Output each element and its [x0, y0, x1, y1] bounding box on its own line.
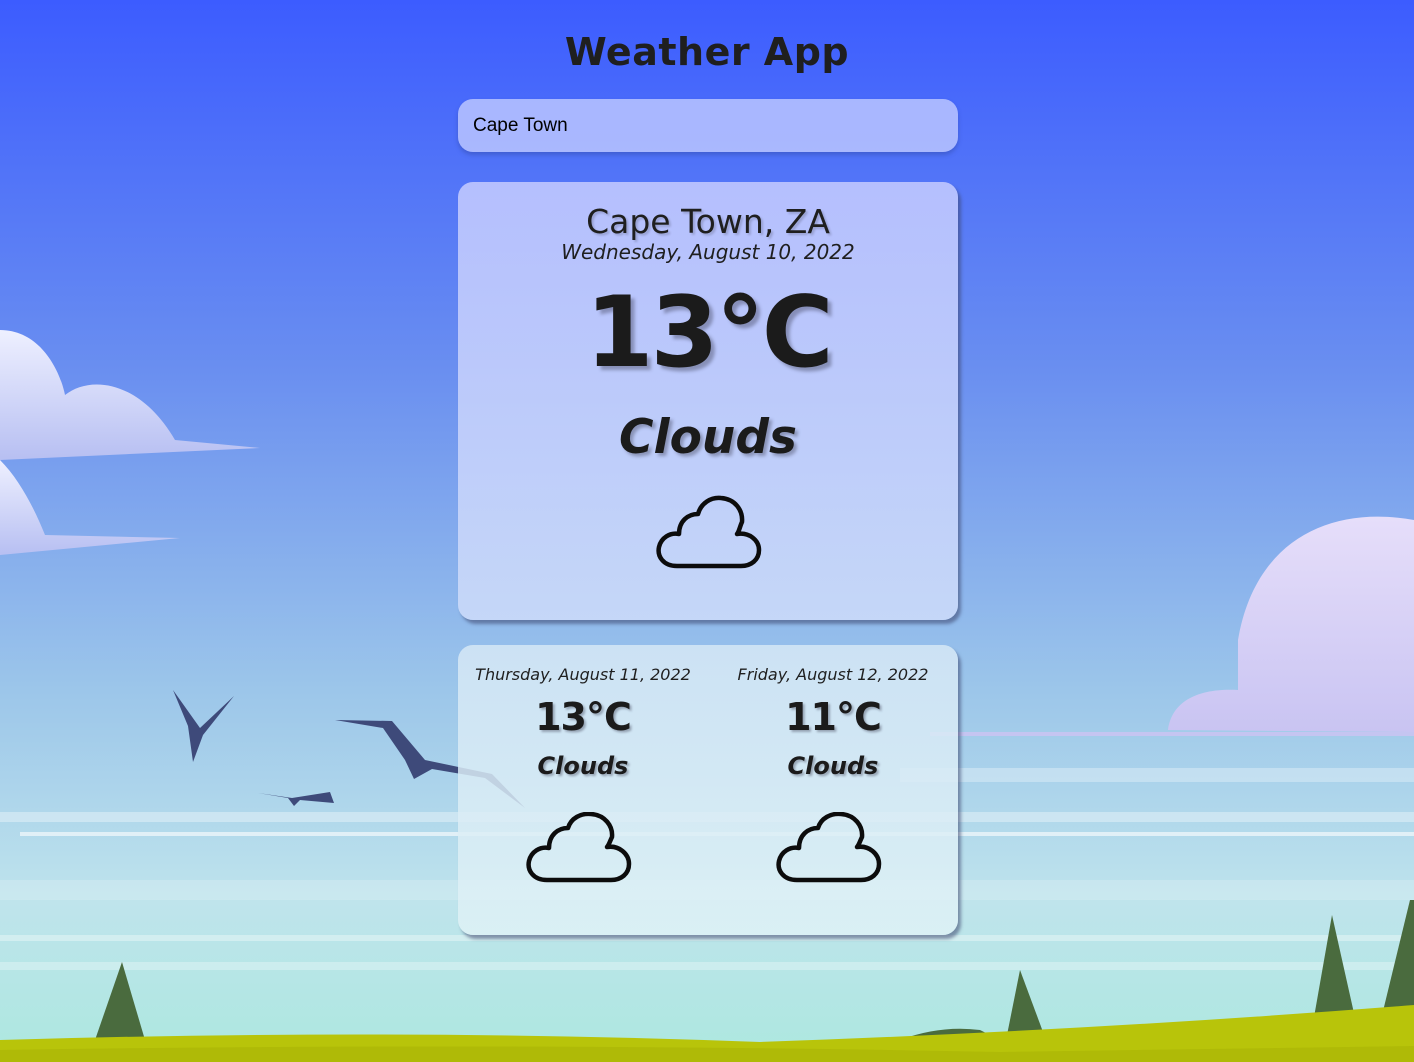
forecast-date: Thursday, August 11, 2022: [475, 665, 691, 684]
forecast-condition: Clouds: [537, 752, 629, 780]
current-date: Wednesday, August 10, 2022: [561, 240, 855, 264]
forecast-day: Friday, August 12, 2022 11°C Clouds: [708, 645, 958, 935]
forecast-day: Thursday, August 11, 2022 13°C Clouds: [458, 645, 708, 935]
current-condition: Clouds: [619, 410, 797, 465]
location-label: Cape Town, ZA: [586, 202, 830, 241]
forecast-temperature: 11°C: [785, 695, 882, 739]
forecast-card: Thursday, August 11, 2022 13°C Clouds Fr…: [458, 645, 958, 935]
cloud-icon: [526, 812, 632, 883]
app-title: Weather App: [564, 30, 850, 74]
cloud-icon: [776, 812, 882, 883]
forecast-date: Friday, August 12, 2022: [737, 665, 929, 684]
city-search-input[interactable]: [458, 99, 958, 152]
current-temperature: 13°C: [585, 276, 833, 390]
forecast-temperature: 13°C: [535, 695, 632, 739]
forecast-condition: Clouds: [787, 752, 879, 780]
current-weather-card: Cape Town, ZA Wednesday, August 10, 2022…: [458, 182, 958, 620]
cloud-icon: [656, 495, 762, 569]
